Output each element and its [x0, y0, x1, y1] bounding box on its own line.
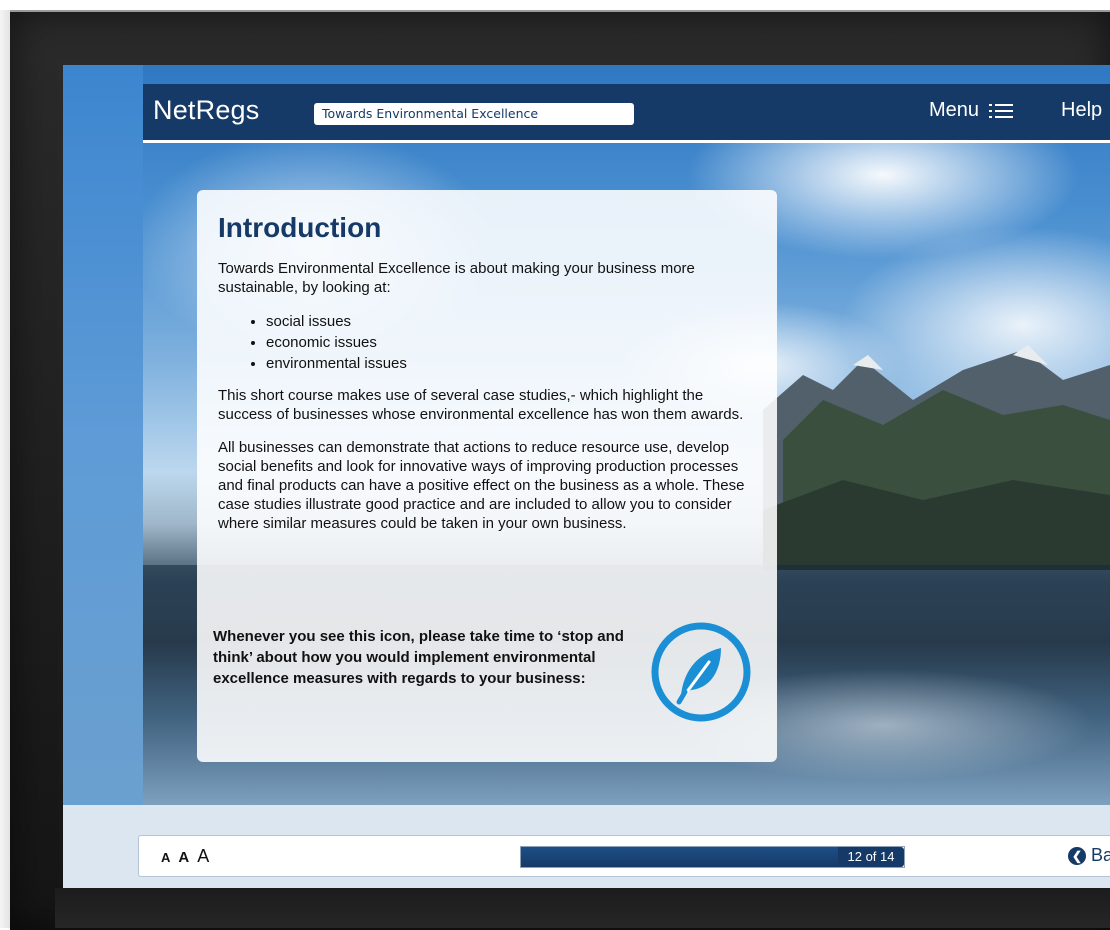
bottom-toolbar: A A A 12 of 14 ❮ Ba [138, 835, 1110, 877]
font-size-controls: A A A [161, 846, 209, 867]
back-button[interactable]: ❮ Ba [1068, 845, 1110, 866]
brand-logo: NetRegs [153, 95, 260, 125]
font-size-small-button[interactable]: A [161, 850, 170, 865]
font-size-large-button[interactable]: A [197, 846, 209, 867]
chevron-left-icon: ❮ [1068, 846, 1086, 865]
page-title: Introduction [218, 212, 382, 243]
stop-and-think-text: Whenever you see this icon, please take … [213, 628, 624, 687]
leaf-icon [651, 622, 751, 722]
progress-fill [521, 847, 850, 867]
list-item: economic issues [266, 332, 755, 353]
content-panel: Introduction Towards Environmental Excel… [197, 190, 777, 762]
businesses-paragraph: All businesses can demonstrate that acti… [218, 439, 745, 532]
page-indicator: 12 of 14 [838, 847, 904, 867]
back-label: Ba [1091, 845, 1110, 865]
progress-bar: 12 of 14 [520, 846, 905, 868]
list-item: social issues [266, 311, 755, 332]
help-button[interactable]: Help [1061, 99, 1102, 122]
app-screen: NetRegs Towards Environmental Excellence… [63, 65, 1110, 888]
app-header: NetRegs Towards Environmental Excellence… [143, 84, 1110, 143]
case-studies-paragraph: This short course makes use of several c… [218, 387, 744, 423]
menu-label: Menu [929, 99, 980, 121]
list-item: environmental issues [266, 353, 755, 374]
intro-paragraph: Towards Environmental Excellence is abou… [218, 260, 695, 296]
list-menu-icon [989, 101, 1014, 121]
menu-button[interactable]: Menu [929, 99, 1014, 122]
font-size-medium-button[interactable]: A [178, 849, 189, 866]
issues-list: social issues economic issues environmen… [218, 311, 755, 374]
monitor-chin [55, 888, 1110, 928]
left-margin [63, 65, 143, 805]
course-title-field: Towards Environmental Excellence [314, 103, 634, 125]
